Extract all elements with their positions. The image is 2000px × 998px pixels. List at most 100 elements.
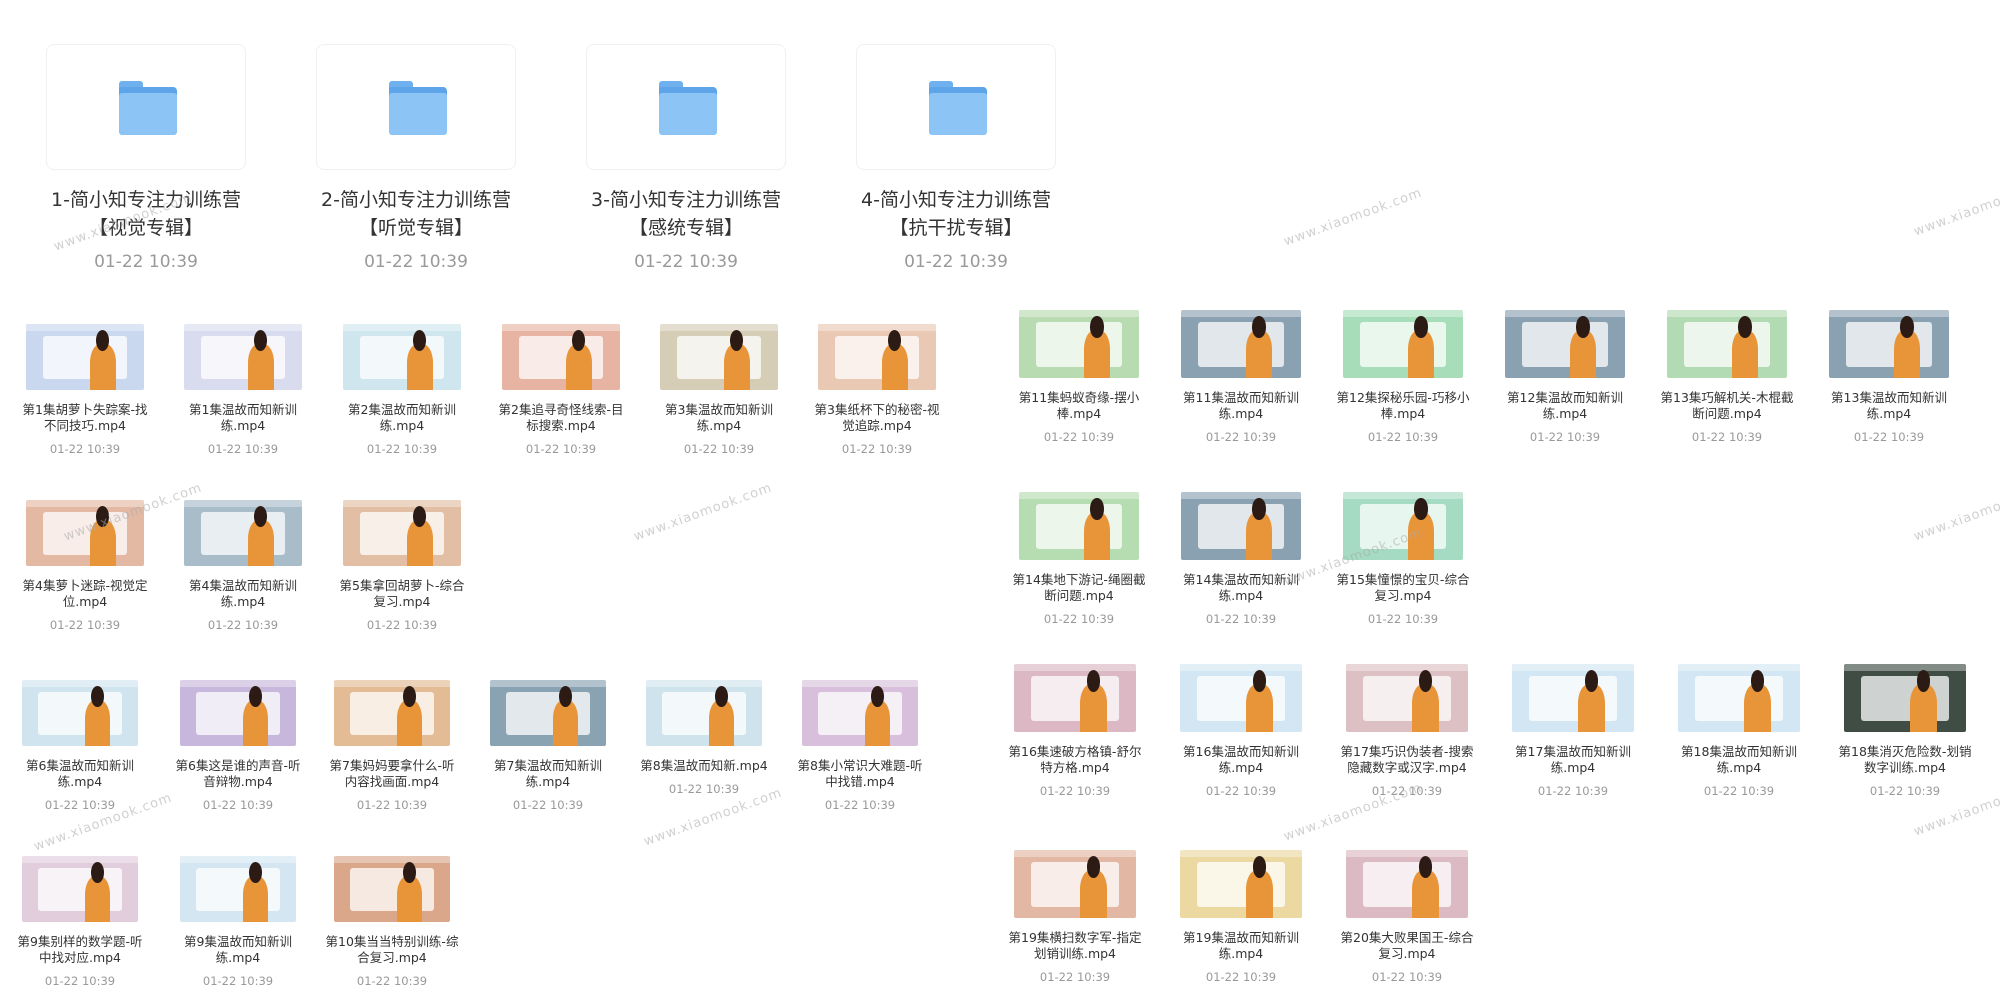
- file-name[interactable]: 第2集温故而知新训练.mp4: [336, 402, 468, 434]
- folder-tile[interactable]: [586, 44, 786, 170]
- file-item[interactable]: 第18集温故而知新训练.mp4 01-22 10:39: [1669, 664, 1809, 798]
- file-item[interactable]: 第17集巧识伪装者-搜索隐藏数字或汉字.mp4 01-22 10:39: [1337, 664, 1477, 798]
- file-item[interactable]: 第8集温故而知新.mp4 01-22 10:39: [636, 680, 772, 796]
- video-thumbnail[interactable]: [184, 324, 302, 390]
- file-name[interactable]: 第13集巧解机关-木棍截断问题.mp4: [1657, 390, 1797, 422]
- file-name[interactable]: 第2集追寻奇怪线索-目标搜索.mp4: [495, 402, 627, 434]
- file-name[interactable]: 第16集速破方格镇-舒尔特方格.mp4: [1005, 744, 1145, 776]
- file-name[interactable]: 第9集别样的数学题-听中找对应.mp4: [12, 934, 148, 966]
- video-thumbnail[interactable]: [1667, 310, 1787, 378]
- file-name[interactable]: 第12集探秘乐园-巧移小棒.mp4: [1333, 390, 1473, 422]
- file-name[interactable]: 第1集温故而知新训练.mp4: [177, 402, 309, 434]
- video-thumbnail[interactable]: [1180, 850, 1302, 918]
- video-thumbnail[interactable]: [1844, 664, 1966, 732]
- file-name[interactable]: 第8集温故而知新.mp4: [636, 758, 772, 774]
- file-item[interactable]: 第18集消灭危险数-划销数字训练.mp4 01-22 10:39: [1835, 664, 1975, 798]
- video-thumbnail[interactable]: [180, 680, 296, 746]
- file-item[interactable]: 第14集地下游记-绳圈截断问题.mp4 01-22 10:39: [1009, 492, 1149, 626]
- file-item[interactable]: 第1集胡萝卜失踪案-找不同技巧.mp4 01-22 10:39: [19, 324, 151, 456]
- file-item[interactable]: 第6集温故而知新训练.mp4 01-22 10:39: [12, 680, 148, 812]
- file-name[interactable]: 第11集蚂蚁奇缘-摆小棒.mp4: [1009, 390, 1149, 422]
- video-thumbnail[interactable]: [1019, 492, 1139, 560]
- folder-item[interactable]: 2-简小知专注力训练营 【听觉专辑】 01-22 10:39: [316, 44, 516, 272]
- file-name[interactable]: 第3集温故而知新训练.mp4: [653, 402, 785, 434]
- folder-item[interactable]: 4-简小知专注力训练营 【抗干扰专辑】 01-22 10:39: [856, 44, 1056, 272]
- video-thumbnail[interactable]: [22, 856, 138, 922]
- video-thumbnail[interactable]: [1181, 310, 1301, 378]
- video-thumbnail[interactable]: [1346, 664, 1468, 732]
- file-name[interactable]: 第15集憧憬的宝贝-综合复习.mp4: [1333, 572, 1473, 604]
- file-name[interactable]: 第13集温故而知新训练.mp4: [1819, 390, 1959, 422]
- video-thumbnail[interactable]: [334, 680, 450, 746]
- video-thumbnail[interactable]: [490, 680, 606, 746]
- video-thumbnail[interactable]: [646, 680, 762, 746]
- video-thumbnail[interactable]: [1343, 310, 1463, 378]
- video-thumbnail[interactable]: [343, 500, 461, 566]
- file-name[interactable]: 第7集温故而知新训练.mp4: [480, 758, 616, 790]
- video-thumbnail[interactable]: [180, 856, 296, 922]
- file-name[interactable]: 第12集温故而知新训练.mp4: [1495, 390, 1635, 422]
- folder-tile[interactable]: [856, 44, 1056, 170]
- file-name[interactable]: 第14集地下游记-绳圈截断问题.mp4: [1009, 572, 1149, 604]
- file-name[interactable]: 第18集温故而知新训练.mp4: [1669, 744, 1809, 776]
- video-thumbnail[interactable]: [1181, 492, 1301, 560]
- file-item[interactable]: 第20集大败果国王-综合复习.mp4 01-22 10:39: [1337, 850, 1477, 984]
- file-item[interactable]: 第16集温故而知新训练.mp4 01-22 10:39: [1171, 664, 1311, 798]
- file-item[interactable]: 第17集温故而知新训练.mp4 01-22 10:39: [1503, 664, 1643, 798]
- folder-tile[interactable]: [46, 44, 246, 170]
- video-thumbnail[interactable]: [502, 324, 620, 390]
- file-name[interactable]: 第19集横扫数字军-指定划销训练.mp4: [1005, 930, 1145, 962]
- file-name[interactable]: 第10集当当特别训练-综合复习.mp4: [324, 934, 460, 966]
- folder-title[interactable]: 3-简小知专注力训练营 【感统专辑】: [586, 186, 786, 242]
- file-item[interactable]: 第11集温故而知新训练.mp4 01-22 10:39: [1171, 310, 1311, 444]
- file-name[interactable]: 第11集温故而知新训练.mp4: [1171, 390, 1311, 422]
- file-item[interactable]: 第13集巧解机关-木棍截断问题.mp4 01-22 10:39: [1657, 310, 1797, 444]
- file-item[interactable]: 第9集别样的数学题-听中找对应.mp4 01-22 10:39: [12, 856, 148, 988]
- file-name[interactable]: 第18集消灭危险数-划销数字训练.mp4: [1835, 744, 1975, 776]
- file-name[interactable]: 第17集巧识伪装者-搜索隐藏数字或汉字.mp4: [1337, 744, 1477, 776]
- video-thumbnail[interactable]: [1019, 310, 1139, 378]
- video-thumbnail[interactable]: [802, 680, 918, 746]
- file-item[interactable]: 第8集小常识大难题-听中找错.mp4 01-22 10:39: [792, 680, 928, 812]
- file-name[interactable]: 第6集这是谁的声音-听音辩物.mp4: [170, 758, 306, 790]
- file-name[interactable]: 第17集温故而知新训练.mp4: [1503, 744, 1643, 776]
- file-name[interactable]: 第6集温故而知新训练.mp4: [12, 758, 148, 790]
- video-thumbnail[interactable]: [1014, 850, 1136, 918]
- video-thumbnail[interactable]: [343, 324, 461, 390]
- video-thumbnail[interactable]: [1512, 664, 1634, 732]
- file-item[interactable]: 第3集温故而知新训练.mp4 01-22 10:39: [653, 324, 785, 456]
- file-name[interactable]: 第4集温故而知新训练.mp4: [177, 578, 309, 610]
- video-thumbnail[interactable]: [22, 680, 138, 746]
- file-item[interactable]: 第19集温故而知新训练.mp4 01-22 10:39: [1171, 850, 1311, 984]
- folder-item[interactable]: 3-简小知专注力训练营 【感统专辑】 01-22 10:39: [586, 44, 786, 272]
- folder-title[interactable]: 4-简小知专注力训练营 【抗干扰专辑】: [856, 186, 1056, 242]
- file-item[interactable]: 第9集温故而知新训练.mp4 01-22 10:39: [170, 856, 306, 988]
- file-name[interactable]: 第7集妈妈要拿什么-听内容找画面.mp4: [324, 758, 460, 790]
- file-name[interactable]: 第19集温故而知新训练.mp4: [1171, 930, 1311, 962]
- file-name[interactable]: 第20集大败果国王-综合复习.mp4: [1337, 930, 1477, 962]
- video-thumbnail[interactable]: [1346, 850, 1468, 918]
- file-item[interactable]: 第14集温故而知新训练.mp4 01-22 10:39: [1171, 492, 1311, 626]
- file-item[interactable]: 第11集蚂蚁奇缘-摆小棒.mp4 01-22 10:39: [1009, 310, 1149, 444]
- video-thumbnail[interactable]: [334, 856, 450, 922]
- file-item[interactable]: 第2集温故而知新训练.mp4 01-22 10:39: [336, 324, 468, 456]
- folder-tile[interactable]: [316, 44, 516, 170]
- file-name[interactable]: 第16集温故而知新训练.mp4: [1171, 744, 1311, 776]
- file-item[interactable]: 第5集拿回胡萝卜-综合复习.mp4 01-22 10:39: [336, 500, 468, 632]
- file-item[interactable]: 第16集速破方格镇-舒尔特方格.mp4 01-22 10:39: [1005, 664, 1145, 798]
- video-thumbnail[interactable]: [1505, 310, 1625, 378]
- file-name[interactable]: 第5集拿回胡萝卜-综合复习.mp4: [336, 578, 468, 610]
- file-item[interactable]: 第1集温故而知新训练.mp4 01-22 10:39: [177, 324, 309, 456]
- video-thumbnail[interactable]: [818, 324, 936, 390]
- file-name[interactable]: 第9集温故而知新训练.mp4: [170, 934, 306, 966]
- file-item[interactable]: 第7集温故而知新训练.mp4 01-22 10:39: [480, 680, 616, 812]
- file-item[interactable]: 第6集这是谁的声音-听音辩物.mp4 01-22 10:39: [170, 680, 306, 812]
- file-item[interactable]: 第19集横扫数字军-指定划销训练.mp4 01-22 10:39: [1005, 850, 1145, 984]
- video-thumbnail[interactable]: [1180, 664, 1302, 732]
- video-thumbnail[interactable]: [26, 324, 144, 390]
- file-item[interactable]: 第2集追寻奇怪线索-目标搜索.mp4 01-22 10:39: [495, 324, 627, 456]
- video-thumbnail[interactable]: [184, 500, 302, 566]
- file-name[interactable]: 第1集胡萝卜失踪案-找不同技巧.mp4: [19, 402, 151, 434]
- file-item[interactable]: 第3集纸杯下的秘密-视觉追踪.mp4 01-22 10:39: [811, 324, 943, 456]
- video-thumbnail[interactable]: [1678, 664, 1800, 732]
